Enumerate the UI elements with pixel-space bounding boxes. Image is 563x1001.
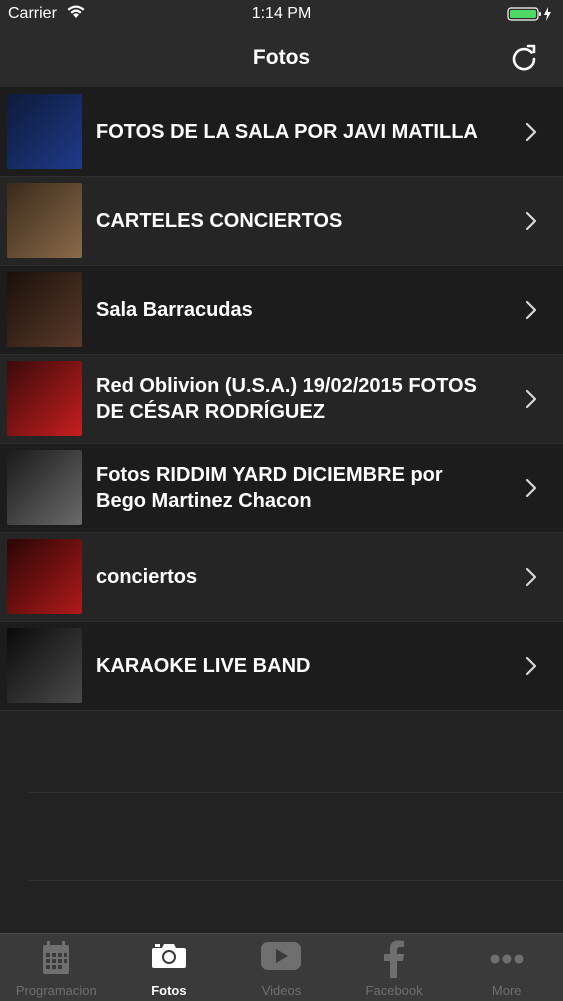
album-thumbnail <box>7 183 82 258</box>
tab-label: Videos <box>261 983 302 998</box>
album-thumbnail <box>7 94 82 169</box>
tab-more[interactable]: More <box>450 934 563 1001</box>
chevron-right-icon <box>525 478 537 498</box>
status-time: 1:14 PM <box>251 5 312 22</box>
album-thumbnail <box>7 539 82 614</box>
album-row[interactable]: KARAOKE LIVE BAND <box>0 622 563 711</box>
calendar-icon <box>0 940 113 978</box>
navigation-bar: Fotos <box>0 30 563 88</box>
album-row[interactable]: FOTOS DE LA SALA POR JAVI MATILLA <box>0 88 563 177</box>
album-list: FOTOS DE LA SALA POR JAVI MATILLA CARTELE… <box>0 88 563 711</box>
album-row[interactable]: Red Oblivion (U.S.A.) 19/02/2015 FOTOS D… <box>0 355 563 444</box>
album-title: KARAOKE LIVE BAND <box>96 655 311 677</box>
refresh-button[interactable] <box>507 42 541 76</box>
tab-label: Programacion <box>15 983 97 998</box>
play-icon <box>225 940 338 978</box>
chevron-right-icon <box>525 300 537 320</box>
album-thumbnail <box>7 361 82 436</box>
battery-charging-icon <box>507 6 553 27</box>
camera-icon <box>113 940 226 978</box>
page-title: Fotos <box>252 46 311 69</box>
album-row[interactable]: conciertos <box>0 533 563 622</box>
status-bar: Carrier 1:14 PM <box>0 0 563 30</box>
album-row[interactable]: Sala Barracudas <box>0 266 563 355</box>
album-title: conciertos <box>96 566 198 588</box>
refresh-icon <box>512 44 536 71</box>
album-thumbnail <box>7 272 82 347</box>
album-title: Red Oblivion (U.S.A.) 19/02/2015 FOTOS D… <box>96 375 477 423</box>
tab-programacion[interactable]: Programacion <box>0 934 113 1001</box>
tab-label: More <box>491 983 522 998</box>
empty-row-separator <box>28 792 563 793</box>
album-title: CARTELES CONCIERTOS <box>96 210 343 232</box>
chevron-right-icon <box>525 656 537 676</box>
tab-fotos[interactable]: Fotos <box>113 934 226 1001</box>
empty-row-separator <box>28 880 563 881</box>
tab-videos[interactable]: Videos <box>225 934 338 1001</box>
tab-label: Fotos <box>151 983 187 998</box>
album-title: Fotos RIDDIM YARD DICIEMBRE por Bego Mar… <box>96 464 443 512</box>
album-row[interactable]: CARTELES CONCIERTOS <box>0 177 563 266</box>
album-row[interactable]: Fotos RIDDIM YARD DICIEMBRE por Bego Mar… <box>0 444 563 533</box>
chevron-right-icon <box>525 122 537 142</box>
chevron-right-icon <box>525 211 537 231</box>
tab-bar: Programacion Fotos Videos Facebook More <box>0 933 563 1001</box>
chevron-right-icon <box>525 567 537 587</box>
album-title: FOTOS DE LA SALA POR JAVI MATILLA <box>96 121 478 143</box>
album-thumbnail <box>7 450 82 525</box>
chevron-right-icon <box>525 389 537 409</box>
tab-label: Facebook <box>365 983 423 998</box>
album-thumbnail <box>7 628 82 703</box>
more-icon <box>450 940 563 978</box>
album-title: Sala Barracudas <box>96 299 253 321</box>
facebook-icon <box>338 940 451 978</box>
tab-facebook[interactable]: Facebook <box>338 934 451 1001</box>
